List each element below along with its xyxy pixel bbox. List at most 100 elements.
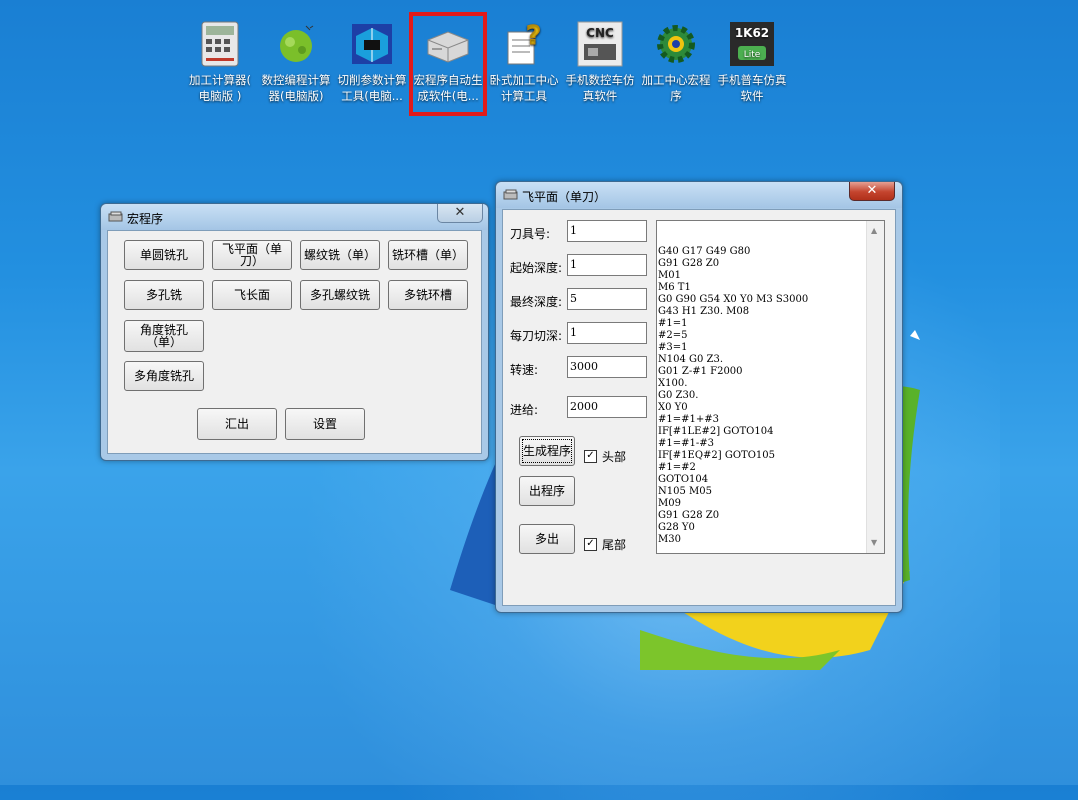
multi-output-button[interactable]: 多出 xyxy=(519,524,575,554)
program-line: M30 xyxy=(658,534,681,545)
program-lines: G40 G17 G49 G80 G91 G28 Z0 M01 M6 T1 G0 G90 … xyxy=(658,246,884,546)
btn-single-circle-mill[interactable]: 单圆铣孔 xyxy=(124,240,204,270)
gear-icon xyxy=(652,20,700,68)
green-blob-icon xyxy=(272,20,320,68)
program-line: G91 G28 Z0 xyxy=(658,258,720,269)
desktop-icon-label: 手机普车仿真软件 xyxy=(717,73,787,103)
settings-button[interactable]: 设置 xyxy=(285,408,365,440)
cnc-machine-icon: CNC xyxy=(576,20,624,68)
tool-number-label: 刀具号: xyxy=(510,227,551,241)
feed-rate-input[interactable]: 2000 xyxy=(567,396,647,418)
footer-checkbox[interactable]: ✓ 尾部 xyxy=(584,536,626,553)
app-box-icon xyxy=(503,189,518,200)
header-checkbox-label: 头部 xyxy=(602,450,627,464)
desktop-icon[interactable]: ? 卧式加工中心计算工具 xyxy=(486,20,562,104)
btn-ring-groove-single[interactable]: 铣环槽（单） xyxy=(388,240,468,270)
desktop-icon[interactable]: 数控编程计算器(电脑版) xyxy=(258,20,334,104)
program-line: #3=1 xyxy=(658,342,688,353)
macro-window-titlebar[interactable]: 宏程序 xyxy=(101,204,488,230)
program-line: #1=1 xyxy=(658,318,688,329)
desktop-icon-label: 手机数控车仿真软件 xyxy=(565,73,635,103)
btn-multi-thread-mill[interactable]: 多孔螺纹铣 xyxy=(300,280,380,310)
depth-per-cut-input[interactable]: 1 xyxy=(567,322,647,344)
document-question-icon: ? xyxy=(500,20,548,68)
generate-program-button[interactable]: 生成程序 xyxy=(519,436,575,466)
export-button[interactable]: 汇出 xyxy=(197,408,277,440)
output-program-button[interactable]: 出程序 xyxy=(519,476,575,506)
macro-window: 宏程序 ✕ 单圆铣孔 飞平面（单刀） 螺纹铣（单） 铣环槽（单） 多孔铣 飞长面… xyxy=(100,203,489,461)
desktop-icon[interactable]: CNC 手机数控车仿真软件 xyxy=(562,20,638,104)
program-line: M01 xyxy=(658,270,681,281)
desktop-icon[interactable]: 加工计算器( 电脑版 ) xyxy=(182,20,258,104)
checkbox-tick-icon: ✓ xyxy=(584,538,597,551)
program-line: M6 T1 xyxy=(658,282,691,293)
calculator-icon xyxy=(196,20,244,68)
face-mill-window-title: 飞平面（单刀） xyxy=(522,190,607,204)
program-output-textarea[interactable]: G40 G17 G49 G80 G91 G28 Z0 M01 M6 T1 G0 G90 … xyxy=(656,220,885,554)
program-line: X0 Y0 xyxy=(658,402,688,413)
svg-text:Lite: Lite xyxy=(744,50,761,60)
scroll-down-icon[interactable]: ▼ xyxy=(871,537,877,549)
btn-multi-angle-hole[interactable]: 多角度铣孔 xyxy=(124,361,204,391)
checkbox-tick-icon: ✓ xyxy=(584,450,597,463)
face-mill-window: 飞平面（单刀） ✕ 刀具号: 1 起始深度: 1 最终深度: 5 每刀切深: 1… xyxy=(495,181,903,613)
server-box-icon xyxy=(424,20,472,68)
desktop-icon[interactable]: 加工中心宏程序 xyxy=(638,20,714,104)
program-line: IF[#1EQ#2] GOTO105 xyxy=(658,450,775,461)
program-line: #2=5 xyxy=(658,330,688,341)
desktop-icon-label: 宏程序自动生成软件(电... xyxy=(413,73,483,103)
desktop-icon[interactable]: 宏程序自动生成软件(电... xyxy=(409,12,487,116)
close-button[interactable]: ✕ xyxy=(437,204,483,223)
btn-face-mill-single[interactable]: 飞平面（单刀） xyxy=(212,240,292,270)
desktop-icon[interactable]: 切削参数计算工具(电脑... xyxy=(334,20,410,104)
close-button[interactable]: ✕ xyxy=(849,182,895,201)
scroll-up-icon[interactable]: ▲ xyxy=(871,225,877,237)
btn-multi-ring-groove[interactable]: 多铣环槽 xyxy=(388,280,468,310)
svg-text:1K62: 1K62 xyxy=(735,26,769,40)
tool-number-input[interactable]: 1 xyxy=(567,220,647,242)
lathe-lite-icon: 1K62 Lite xyxy=(728,20,776,68)
btn-multi-hole-mill[interactable]: 多孔铣 xyxy=(124,280,204,310)
program-line: GOTO104 xyxy=(658,474,709,485)
program-line: IF[#1LE#2] GOTO104 xyxy=(658,426,774,437)
program-line: G0 G90 G54 X0 Y0 M3 S3000 xyxy=(658,294,809,305)
final-depth-label: 最终深度: xyxy=(510,295,563,309)
program-line: #1=#1-#3 xyxy=(658,438,714,449)
cube-tool-icon xyxy=(348,20,396,68)
desktop-icon[interactable]: 1K62 Lite 手机普车仿真软件 xyxy=(714,20,790,104)
feed-rate-label: 进给: xyxy=(510,403,539,417)
spindle-speed-label: 转速: xyxy=(510,363,539,377)
footer-checkbox-label: 尾部 xyxy=(602,538,627,552)
svg-text:?: ? xyxy=(526,21,541,51)
final-depth-input[interactable]: 5 xyxy=(567,288,647,310)
desktop-icon-label: 加工计算器( 电脑版 ) xyxy=(189,73,251,103)
program-line: #1=#1+#3 xyxy=(658,414,719,425)
btn-long-face-mill[interactable]: 飞长面 xyxy=(212,280,292,310)
desktop-icon-label: 卧式加工中心计算工具 xyxy=(489,73,559,103)
program-line: G28 Y0 xyxy=(658,522,695,533)
program-line: M09 xyxy=(658,498,681,509)
start-depth-label: 起始深度: xyxy=(510,261,563,275)
face-mill-window-titlebar[interactable]: 飞平面（单刀） xyxy=(496,182,902,208)
vertical-scrollbar[interactable]: ▲ ▼ xyxy=(866,221,884,553)
program-line: G0 Z30. xyxy=(658,390,699,401)
program-line: #1=#2 xyxy=(658,462,696,473)
macro-window-title: 宏程序 xyxy=(127,212,164,226)
program-line: N104 G0 Z3. xyxy=(658,354,724,365)
desktop-icon-label: 数控编程计算器(电脑版) xyxy=(261,73,331,103)
btn-thread-mill-single[interactable]: 螺纹铣（单） xyxy=(300,240,380,270)
app-box-icon xyxy=(108,211,123,222)
depth-per-cut-label: 每刀切深: xyxy=(510,329,563,343)
program-line: N105 M05 xyxy=(658,486,712,497)
program-line: G91 G28 Z0 xyxy=(658,510,720,521)
program-line: G43 H1 Z30. M08 xyxy=(658,306,750,317)
svg-text:CNC: CNC xyxy=(586,26,614,40)
program-line: G40 G17 G49 G80 xyxy=(658,246,751,257)
header-checkbox[interactable]: ✓ 头部 xyxy=(584,448,626,465)
spindle-speed-input[interactable]: 3000 xyxy=(567,356,647,378)
program-line: G01 Z-#1 F2000 xyxy=(658,366,743,377)
btn-angle-hole-single[interactable]: 角度铣孔（单） xyxy=(124,320,204,352)
program-line: X100. xyxy=(658,378,688,389)
desktop-icon-label: 切削参数计算工具(电脑... xyxy=(337,73,407,103)
start-depth-input[interactable]: 1 xyxy=(567,254,647,276)
